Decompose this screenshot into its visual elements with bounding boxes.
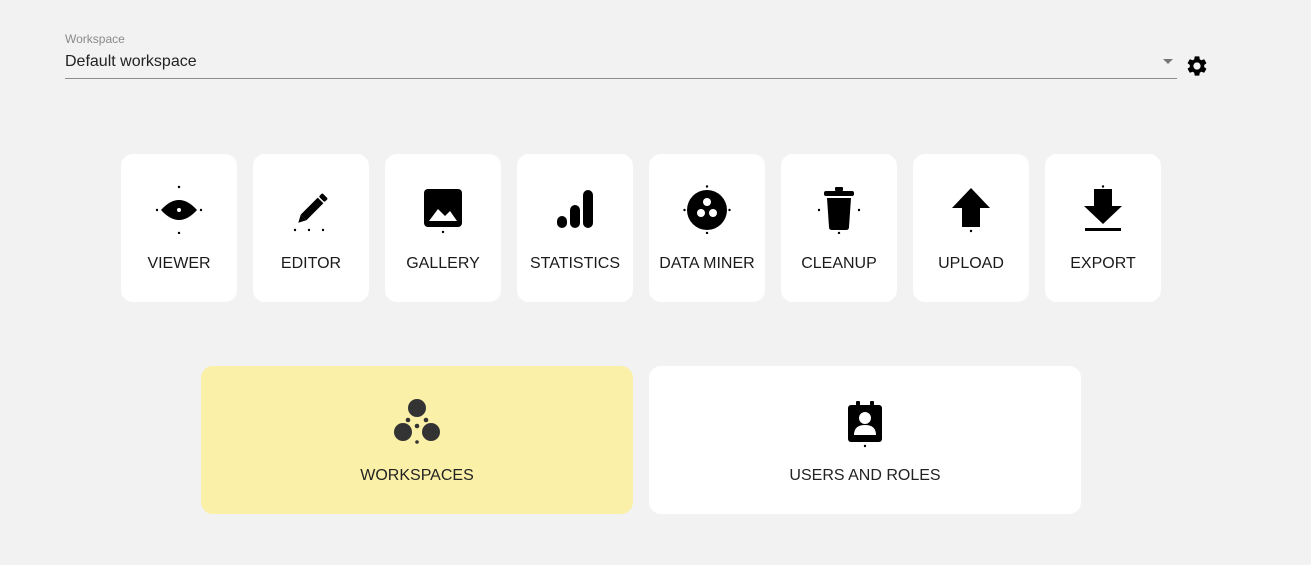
tool-tile-upload[interactable]: UPLOAD	[913, 154, 1029, 302]
workspaces-card[interactable]: WORKSPACES	[201, 366, 633, 514]
tool-label: DATA MINER	[659, 255, 755, 272]
tool-label: STATISTICS	[529, 255, 621, 272]
tool-tile-statistics[interactable]: STATISTICS	[517, 154, 633, 302]
users-and-roles-label: USERS AND ROLES	[789, 467, 941, 484]
tool-tile-editor[interactable]: EDITOR	[253, 154, 369, 302]
tool-label: EXPORT	[1070, 255, 1136, 272]
tool-label: GALLERY	[406, 255, 480, 272]
tool-label: VIEWER	[147, 255, 211, 272]
bowling-ball-icon	[683, 185, 731, 234]
trash-icon	[817, 187, 861, 234]
tool-tile-data-miner[interactable]: DATA MINER	[649, 154, 765, 302]
workspace-label: Workspace	[65, 32, 125, 46]
workspaces-icon	[394, 399, 440, 444]
bar-chart-icon	[557, 190, 593, 228]
tool-tile-export[interactable]: EXPORT	[1045, 154, 1161, 302]
workspaces-label: WORKSPACES	[360, 467, 474, 484]
tool-tile-gallery[interactable]: GALLERY	[385, 154, 501, 302]
user-badge-icon	[848, 401, 882, 448]
gear-icon[interactable]	[1185, 54, 1209, 78]
users-and-roles-card[interactable]: USERS AND ROLES	[649, 366, 1081, 514]
tool-tile-cleanup[interactable]: CLEANUP	[781, 154, 897, 302]
eye-icon	[155, 185, 203, 234]
pencil-icon	[293, 193, 328, 232]
image-icon	[424, 189, 462, 234]
workspace-select[interactable]: Workspace Default workspace	[65, 32, 1177, 79]
arrow-up-icon	[952, 188, 990, 233]
tool-label: UPLOAD	[938, 255, 1004, 272]
workspace-value: Default workspace	[65, 53, 197, 70]
tool-label: EDITOR	[280, 255, 342, 272]
tool-tile-viewer[interactable]: VIEWER	[121, 154, 237, 302]
download-icon	[1084, 185, 1122, 231]
caret-down-icon[interactable]	[1163, 59, 1173, 64]
tool-label: CLEANUP	[801, 255, 877, 272]
